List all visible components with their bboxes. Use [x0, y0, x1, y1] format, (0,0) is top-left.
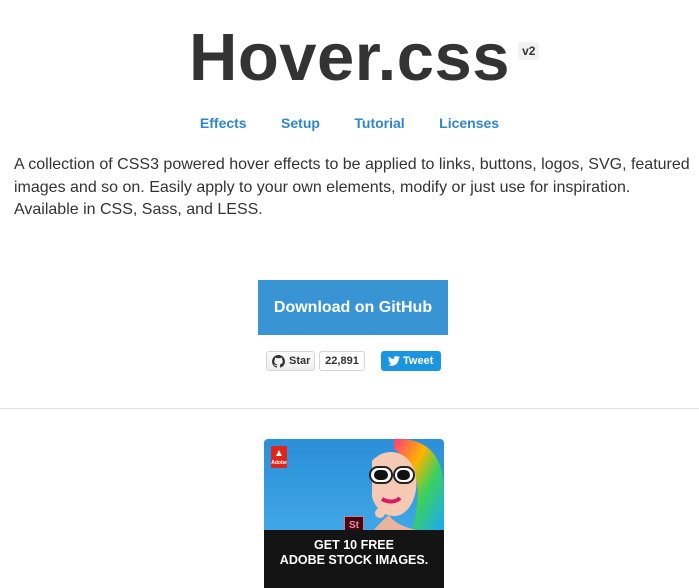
header: Hover.css v2 [0, 20, 699, 96]
nav-link-tutorial[interactable]: Tutorial [354, 114, 404, 132]
site-title: Hover.css v2 [188, 20, 540, 96]
ad-headline: GET 10 FREE ADOBE STOCK IMAGES. [264, 530, 444, 588]
github-star-count[interactable]: 22,891 [319, 351, 365, 371]
tweet-button[interactable]: Tweet [381, 351, 441, 371]
main-nav: Effects Setup Tutorial Licenses [0, 114, 699, 133]
adobe-a-icon: ▲ [274, 448, 284, 459]
adobe-logo-text: Adobe [271, 460, 287, 466]
site-title-text: Hover.css [188, 20, 511, 95]
twitter-bird-icon [388, 356, 400, 366]
github-star-button[interactable]: Star [266, 351, 315, 371]
download-github-button[interactable]: Download on GitHub [258, 280, 448, 335]
section-divider [0, 408, 699, 409]
tweet-label: Tweet [403, 355, 434, 367]
version-badge: v2 [518, 42, 540, 60]
github-icon [272, 355, 285, 368]
ad-headline-line2: ADOBE STOCK IMAGES. [279, 553, 429, 567]
nav-link-effects[interactable]: Effects [200, 114, 247, 132]
adobe-stock-ad[interactable]: ▲ Adobe St GET 10 FREE ADOBE STOCK IMAGE… [264, 439, 444, 588]
nav-link-setup[interactable]: Setup [281, 114, 320, 132]
star-label: Star [289, 355, 311, 367]
nav-link-licenses[interactable]: Licenses [439, 114, 499, 132]
adobe-logo: ▲ Adobe [271, 446, 287, 468]
ad-headline-line1: GET 10 FREE [314, 538, 394, 552]
intro-description: A collection of CSS3 powered hover effec… [14, 156, 690, 218]
